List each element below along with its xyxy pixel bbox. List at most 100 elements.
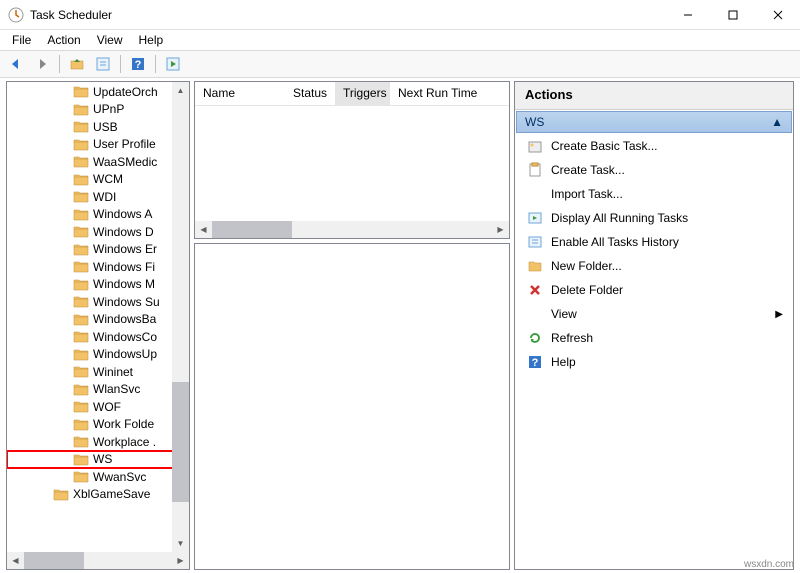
tree-node-label: WCM — [93, 172, 123, 186]
action-label: Create Task... — [551, 163, 625, 177]
tree-node-label: UPnP — [93, 102, 124, 116]
action-item[interactable]: Display All Running Tasks — [515, 206, 793, 230]
action-item[interactable]: Enable All Tasks History — [515, 230, 793, 254]
back-button[interactable] — [4, 53, 28, 75]
action-item[interactable]: View▶ — [515, 302, 793, 326]
svg-text:?: ? — [135, 59, 142, 71]
tree-node[interactable]: WDI — [7, 188, 189, 206]
tree-node[interactable]: WS — [7, 451, 189, 469]
action-item[interactable]: Refresh — [515, 326, 793, 350]
menu-view[interactable]: View — [89, 31, 131, 49]
list-body[interactable] — [195, 106, 509, 221]
column-header[interactable]: Next Run Time — [390, 82, 490, 105]
tree-node[interactable]: Windows Fi — [7, 258, 189, 276]
up-button[interactable] — [65, 53, 89, 75]
action-item[interactable]: Create Basic Task... — [515, 134, 793, 158]
task-list: NameStatusTriggersNext Run Time ◀▶ — [194, 81, 510, 239]
minimize-button[interactable] — [665, 0, 710, 29]
action-label: New Folder... — [551, 259, 622, 273]
tree-panel: UpdateOrchUPnP USB User ProfileWaaSMedic WC… — [6, 81, 190, 570]
properties-button[interactable] — [91, 53, 115, 75]
middle-panel: NameStatusTriggersNext Run Time ◀▶ — [194, 81, 510, 570]
forward-button[interactable] — [30, 53, 54, 75]
tree-vertical-scrollbar[interactable]: ▲ ▼ — [172, 82, 189, 552]
action-item[interactable]: New Folder... — [515, 254, 793, 278]
tree-node[interactable]: WindowsCo — [7, 328, 189, 346]
delete-icon — [527, 282, 543, 298]
window-title: Task Scheduler — [30, 8, 665, 22]
actions-category[interactable]: WS ▲ — [516, 111, 792, 133]
action-item[interactable]: ? Help — [515, 350, 793, 374]
tree-node-label: WOF — [93, 400, 121, 414]
action-item[interactable]: Import Task... — [515, 182, 793, 206]
tree-node[interactable]: UpdateOrch — [7, 83, 189, 101]
list-headers: NameStatusTriggersNext Run Time — [195, 82, 509, 106]
menu-file[interactable]: File — [4, 31, 39, 49]
maximize-button[interactable] — [710, 0, 755, 29]
tree-node-label: Windows Fi — [93, 260, 155, 274]
tree-horizontal-scrollbar[interactable]: ◀ ▶ — [7, 552, 189, 569]
column-header[interactable]: Name — [195, 82, 285, 105]
tree-node[interactable]: XblGameSave — [7, 486, 189, 504]
run-icon — [527, 210, 543, 226]
tree-node[interactable]: Work Folde — [7, 416, 189, 434]
action-label: Delete Folder — [551, 283, 623, 297]
menu-action[interactable]: Action — [39, 31, 88, 49]
action-label: View — [551, 307, 577, 321]
action-label: Refresh — [551, 331, 593, 345]
action-label: Create Basic Task... — [551, 139, 658, 153]
tree-node[interactable]: Windows Er — [7, 241, 189, 259]
tree-node[interactable]: Windows A — [7, 206, 189, 224]
tree-node[interactable]: WwanSvc — [7, 468, 189, 486]
column-header[interactable]: Triggers — [335, 82, 390, 105]
action-item[interactable]: Delete Folder — [515, 278, 793, 302]
tree-node[interactable]: Windows D — [7, 223, 189, 241]
tree-node[interactable]: WOF — [7, 398, 189, 416]
action-item[interactable]: Create Task... — [515, 158, 793, 182]
tree-node[interactable]: Workplace . — [7, 433, 189, 451]
menu-help[interactable]: Help — [131, 31, 172, 49]
tree-node[interactable]: WindowsUp — [7, 346, 189, 364]
tree-node-label: WaaSMedic — [93, 155, 157, 169]
detail-panel — [194, 243, 510, 570]
close-button[interactable] — [755, 0, 800, 29]
collapse-icon: ▲ — [771, 115, 783, 129]
none-icon — [527, 186, 543, 202]
column-header[interactable]: Status — [285, 82, 335, 105]
tree-node[interactable]: WaaSMedic — [7, 153, 189, 171]
tree-node-label: WS — [93, 452, 112, 466]
tree-node[interactable]: UPnP — [7, 101, 189, 119]
help-button[interactable]: ? — [126, 53, 150, 75]
tree-node[interactable]: Wininet — [7, 363, 189, 381]
tree-node-label: Windows A — [93, 207, 152, 221]
tree-node[interactable]: WindowsBa — [7, 311, 189, 329]
action-label: Help — [551, 355, 576, 369]
watermark: wsxdn.com — [744, 559, 794, 570]
folder-tree[interactable]: UpdateOrchUPnP USB User ProfileWaaSMedic WC… — [7, 82, 189, 569]
tree-node-label: WlanSvc — [93, 382, 140, 396]
title-bar: Task Scheduler — [0, 0, 800, 30]
tree-node[interactable]: WlanSvc — [7, 381, 189, 399]
run-button[interactable] — [161, 53, 185, 75]
tree-node-label: WwanSvc — [93, 470, 146, 484]
tree-node-label: Wininet — [93, 365, 133, 379]
wizard-icon — [527, 138, 543, 154]
tree-node[interactable]: USB — [7, 118, 189, 136]
list-horizontal-scrollbar[interactable]: ◀▶ — [195, 221, 509, 238]
tree-node-label: WindowsUp — [93, 347, 157, 361]
action-label: Import Task... — [551, 187, 623, 201]
app-icon — [8, 7, 24, 23]
tree-node[interactable]: Windows Su — [7, 293, 189, 311]
none-icon — [527, 306, 543, 322]
tree-node-label: WindowsBa — [93, 312, 156, 326]
action-label: Enable All Tasks History — [551, 235, 679, 249]
tree-node-label: Windows M — [93, 277, 155, 291]
tree-node-label: USB — [93, 120, 118, 134]
tree-node[interactable]: Windows M — [7, 276, 189, 294]
menu-bar: FileActionViewHelp — [0, 30, 800, 50]
tree-node-label: WDI — [93, 190, 116, 204]
help-icon: ? — [527, 354, 543, 370]
tree-node[interactable]: User Profile — [7, 136, 189, 154]
action-label: Display All Running Tasks — [551, 211, 688, 225]
tree-node[interactable]: WCM — [7, 171, 189, 189]
